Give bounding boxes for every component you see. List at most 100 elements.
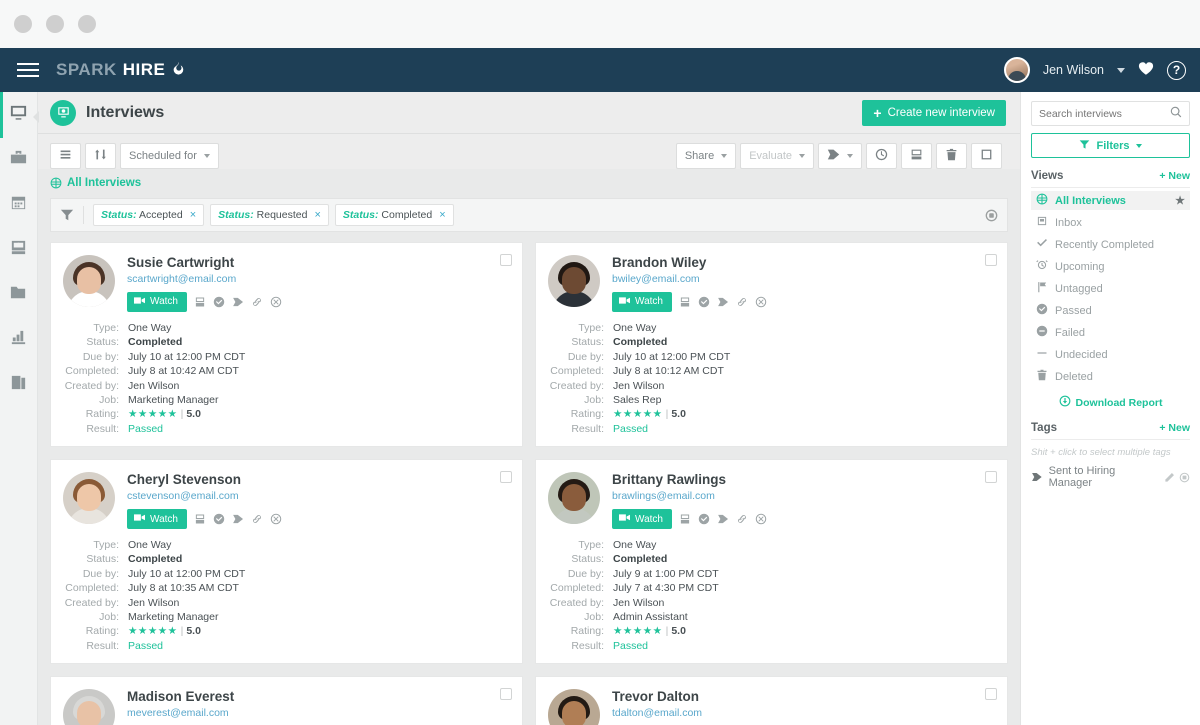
remove-filter-chip-icon[interactable]: × [190, 209, 196, 221]
archive-icon[interactable] [679, 296, 691, 308]
evaluate-label: Evaluate [749, 150, 792, 162]
remove-filter-chip-icon[interactable]: × [439, 209, 445, 221]
sidebar-view-upcoming[interactable]: Upcoming [1031, 257, 1190, 276]
sidebar-rail-folders[interactable] [0, 280, 38, 310]
sidebar-rail-calendar[interactable] [0, 190, 38, 220]
remove-filter-chip-icon[interactable]: × [314, 209, 320, 221]
watch-button[interactable]: Watch [127, 291, 187, 312]
sort-button[interactable] [85, 143, 116, 169]
download-report-button[interactable]: Download Report [1031, 395, 1190, 410]
card-select-checkbox[interactable] [985, 471, 997, 484]
candidate-email[interactable]: brawlings@email.com [612, 490, 995, 502]
card-select-checkbox[interactable] [500, 471, 512, 484]
delete-button[interactable] [936, 143, 967, 169]
sidebar-view-untagged[interactable]: Untagged [1031, 279, 1190, 298]
window-dot-maximize[interactable] [78, 15, 96, 33]
brand-logo[interactable]: SPARK HIRE [56, 60, 185, 80]
archive-icon[interactable] [194, 296, 206, 308]
interview-card[interactable]: Brittany Rawlings brawlings@email.com Watc… [535, 459, 1008, 665]
all-interviews-breadcrumb[interactable]: All Interviews [38, 169, 1020, 198]
interview-card[interactable]: Brandon Wiley bwiley@email.com Watch Type: O… [535, 242, 1008, 448]
interview-card[interactable]: Madison Everestmeverest@email.comWatchTy… [50, 676, 523, 725]
filter-chip[interactable]: Status: Requested × [210, 204, 329, 226]
user-name-label[interactable]: Jen Wilson [1043, 63, 1104, 77]
candidate-email[interactable]: cstevenson@email.com [127, 490, 510, 502]
sidebar-rail-interviews[interactable] [0, 92, 39, 138]
candidate-email[interactable]: bwiley@email.com [612, 273, 995, 285]
x-circle-icon[interactable] [270, 513, 282, 525]
window-dot-close[interactable] [14, 15, 32, 33]
share-dropdown[interactable]: Share [675, 143, 737, 169]
candidate-email[interactable]: meverest@email.com [127, 707, 510, 719]
search-icon[interactable] [1170, 105, 1182, 123]
help-icon[interactable]: ? [1167, 60, 1186, 80]
link-icon[interactable] [736, 513, 748, 525]
hamburger-menu-icon[interactable] [0, 48, 56, 92]
tag-list-item[interactable]: Sent to Hiring Manager [1031, 465, 1190, 489]
sidebar-rail-inbox[interactable] [0, 235, 38, 265]
candidate-email[interactable]: tdalton@email.com [612, 707, 995, 719]
watch-button[interactable]: Watch [612, 291, 672, 312]
interview-card[interactable]: Trevor Daltontdalton@email.comWatchType:… [535, 676, 1008, 725]
tag-icon[interactable] [232, 513, 244, 525]
heart-icon[interactable] [1138, 61, 1154, 80]
user-avatar[interactable] [1003, 57, 1030, 83]
chevron-down-icon[interactable] [1117, 67, 1125, 73]
filter-chip[interactable]: Status: Accepted × [93, 204, 205, 226]
check-circle-icon[interactable] [698, 513, 710, 525]
new-view-button[interactable]: + New [1159, 170, 1190, 182]
sidebar-rail-jobs[interactable] [0, 145, 38, 175]
link-icon[interactable] [736, 296, 748, 308]
check-circle-icon[interactable] [213, 296, 225, 308]
x-circle-icon[interactable] [755, 296, 767, 308]
new-tag-button[interactable]: + New [1159, 422, 1190, 434]
remove-icon[interactable] [1179, 472, 1190, 483]
tag-dropdown[interactable] [818, 143, 862, 169]
tag-icon[interactable] [717, 296, 729, 308]
search-input[interactable] [1039, 107, 1166, 120]
create-new-interview-button[interactable]: + Create new interview [862, 99, 1006, 126]
search-interviews-box[interactable] [1031, 101, 1190, 126]
x-circle-icon[interactable] [755, 513, 767, 525]
sidebar-view-deleted[interactable]: Deleted [1031, 367, 1190, 386]
card-select-checkbox[interactable] [500, 254, 512, 266]
link-icon[interactable] [251, 296, 263, 308]
watch-button[interactable]: Watch [127, 509, 187, 529]
tag-icon[interactable] [717, 513, 729, 525]
card-select-checkbox[interactable] [985, 688, 997, 701]
clear-all-filters-button[interactable] [985, 209, 998, 222]
interview-card[interactable]: Susie Cartwright scartwright@email.com Wat… [50, 242, 523, 448]
filter-chip[interactable]: Status: Completed × [334, 204, 454, 226]
star-icon[interactable]: ★ [1175, 194, 1185, 207]
sidebar-view-undecided[interactable]: Undecided [1031, 345, 1190, 364]
list-view-button[interactable] [50, 143, 81, 169]
card-select-checkbox[interactable] [500, 688, 512, 701]
tag-icon[interactable] [232, 296, 244, 308]
sidebar-view-inbox[interactable]: Inbox [1031, 213, 1190, 232]
evaluate-dropdown[interactable]: Evaluate [740, 143, 814, 169]
sidebar-view-recently-completed[interactable]: Recently Completed [1031, 235, 1190, 254]
sidebar-rail-analytics[interactable] [0, 325, 38, 355]
sidebar-view-failed[interactable]: Failed [1031, 323, 1190, 342]
pencil-icon[interactable] [1164, 472, 1175, 483]
interview-card[interactable]: Cheryl Stevenson cstevenson@email.com Watc… [50, 459, 523, 665]
check-circle-icon[interactable] [213, 513, 225, 525]
sidebar-rail-library[interactable] [0, 370, 38, 400]
sidebar-view-passed[interactable]: Passed [1031, 301, 1190, 320]
check-circle-icon[interactable] [698, 296, 710, 308]
select-all-checkbox[interactable] [971, 143, 1002, 169]
card-select-checkbox[interactable] [985, 254, 997, 266]
window-dot-minimize[interactable] [46, 15, 64, 33]
candidate-email[interactable]: scartwright@email.com [127, 273, 510, 285]
clock-button[interactable] [866, 143, 897, 169]
watch-button[interactable]: Watch [612, 509, 672, 529]
sidebar-view-all-interviews[interactable]: All Interviews ★ [1031, 191, 1190, 210]
filters-button[interactable]: Filters [1031, 133, 1190, 158]
archive-icon[interactable] [194, 513, 206, 525]
link-icon[interactable] [251, 513, 263, 525]
x-circle-icon[interactable] [270, 296, 282, 308]
sort-scheduled-for-dropdown[interactable]: Scheduled for [120, 143, 219, 169]
tags-hint-text: Shit + click to select multiple tags [1031, 447, 1171, 458]
archive-icon[interactable] [679, 513, 691, 525]
archive-button[interactable] [901, 143, 932, 169]
